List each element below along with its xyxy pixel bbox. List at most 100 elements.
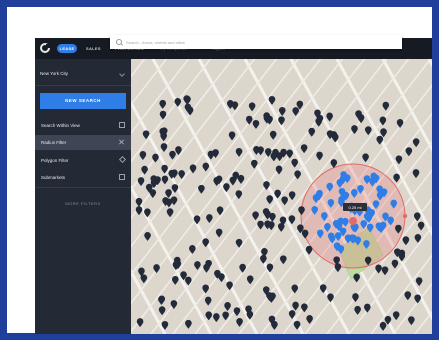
property-marker[interactable]	[169, 150, 176, 160]
property-marker[interactable]	[141, 165, 148, 175]
property-marker[interactable]	[364, 126, 372, 136]
property-marker[interactable]	[144, 231, 151, 241]
property-marker[interactable]	[198, 184, 205, 194]
property-marker[interactable]	[257, 146, 264, 156]
property-marker[interactable]	[291, 284, 299, 294]
sidebar-item-radius-filter[interactable]: Radius Filter	[35, 135, 131, 150]
property-marker[interactable]	[395, 155, 403, 165]
new-search-button[interactable]: NEW SEARCH	[40, 93, 126, 109]
map-search-bar[interactable]	[110, 35, 402, 49]
property-marker[interactable]	[233, 307, 241, 317]
property-marker[interactable]	[257, 220, 264, 230]
property-marker[interactable]	[281, 196, 288, 206]
property-marker[interactable]	[159, 99, 167, 109]
property-marker[interactable]	[239, 263, 246, 273]
property-marker[interactable]	[408, 316, 415, 326]
property-marker[interactable]	[245, 115, 253, 125]
property-marker[interactable]	[417, 221, 425, 231]
close-x-icon[interactable]	[119, 139, 125, 145]
property-marker[interactable]	[382, 101, 390, 111]
property-marker[interactable]	[364, 303, 371, 313]
property-marker[interactable]	[189, 245, 196, 254]
property-marker[interactable]	[381, 266, 389, 276]
property-marker[interactable]	[308, 127, 316, 137]
property-marker[interactable]	[332, 133, 339, 143]
property-marker[interactable]	[405, 147, 413, 157]
property-marker[interactable]	[306, 315, 313, 324]
radius-filter-circle[interactable]	[300, 163, 406, 269]
property-marker[interactable]	[271, 320, 278, 330]
property-marker[interactable]	[158, 295, 165, 305]
app-logo-icon[interactable]	[40, 43, 50, 53]
radius-resize-handle[interactable]	[402, 213, 408, 219]
property-marker[interactable]	[139, 151, 147, 160]
property-marker[interactable]	[215, 228, 223, 238]
property-marker[interactable]	[276, 152, 283, 162]
more-filters-link[interactable]: MORE FILTERS	[35, 201, 131, 206]
property-marker[interactable]	[269, 212, 276, 222]
property-marker[interactable]	[137, 177, 145, 187]
property-marker[interactable]	[305, 245, 313, 255]
property-marker[interactable]	[379, 321, 387, 331]
property-marker[interactable]	[353, 273, 360, 283]
property-marker[interactable]	[185, 319, 192, 329]
property-marker[interactable]	[158, 306, 166, 316]
property-marker[interactable]	[280, 255, 287, 265]
property-marker[interactable]	[412, 138, 420, 148]
property-marker[interactable]	[206, 214, 213, 223]
property-marker[interactable]	[246, 275, 254, 285]
property-marker[interactable]	[300, 144, 308, 154]
property-marker[interactable]	[415, 277, 423, 287]
property-marker[interactable]	[292, 301, 299, 311]
property-marker[interactable]	[391, 259, 399, 269]
map[interactable]: 0.25 mi	[131, 59, 432, 334]
sidebar-item-search-within-view[interactable]: Search Within View	[35, 118, 131, 133]
property-marker[interactable]	[414, 294, 421, 304]
property-marker[interactable]	[224, 302, 231, 311]
property-marker[interactable]	[161, 175, 169, 185]
property-marker[interactable]	[354, 305, 361, 315]
property-marker[interactable]	[380, 128, 387, 138]
property-marker[interactable]	[412, 169, 420, 179]
radius-center-marker[interactable]	[349, 217, 357, 225]
property-marker[interactable]	[288, 191, 296, 201]
search-input[interactable]	[126, 35, 386, 49]
property-marker[interactable]	[278, 106, 286, 116]
property-marker[interactable]	[235, 190, 243, 200]
property-marker[interactable]	[334, 263, 342, 273]
sidebar-item-polygon-filter[interactable]: Polygon Filter	[35, 153, 131, 168]
property-marker[interactable]	[202, 284, 209, 294]
property-marker[interactable]	[166, 208, 174, 218]
property-marker[interactable]	[202, 162, 210, 172]
property-marker[interactable]	[165, 189, 172, 199]
property-marker[interactable]	[184, 95, 191, 105]
property-marker[interactable]	[316, 151, 323, 161]
property-marker[interactable]	[269, 130, 277, 140]
property-marker[interactable]	[270, 152, 278, 162]
property-marker[interactable]	[189, 164, 197, 174]
property-marker[interactable]	[362, 153, 369, 163]
property-marker[interactable]	[291, 158, 298, 168]
property-marker[interactable]	[248, 102, 256, 112]
property-marker[interactable]	[136, 318, 144, 328]
property-marker[interactable]	[194, 261, 201, 271]
property-marker[interactable]	[292, 107, 300, 116]
property-marker[interactable]	[153, 264, 160, 274]
property-marker[interactable]	[301, 303, 308, 313]
property-marker[interactable]	[294, 170, 301, 180]
property-marker[interactable]	[393, 173, 400, 183]
property-marker[interactable]	[228, 131, 236, 141]
tab-sales[interactable]: SALES	[86, 44, 110, 53]
property-marker[interactable]	[235, 147, 243, 157]
property-marker[interactable]	[402, 236, 410, 246]
sidebar-item-submarkets[interactable]: Submarkets	[35, 170, 131, 185]
property-marker[interactable]	[327, 293, 334, 303]
property-marker[interactable]	[266, 195, 274, 205]
property-marker[interactable]	[213, 313, 220, 323]
property-marker[interactable]	[375, 264, 382, 274]
city-dropdown[interactable]: New York City	[40, 68, 126, 80]
property-marker[interactable]	[236, 317, 243, 327]
property-marker[interactable]	[315, 117, 322, 127]
property-marker[interactable]	[252, 119, 260, 129]
property-marker[interactable]	[140, 274, 148, 284]
